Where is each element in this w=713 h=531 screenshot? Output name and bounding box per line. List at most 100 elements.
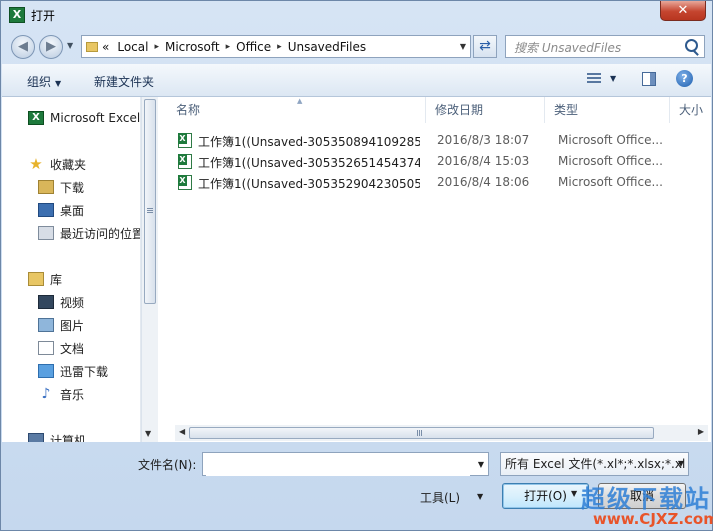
breadcrumb-local[interactable]: Local [113,40,152,54]
column-header-type[interactable]: 类型 [546,97,670,123]
sidebar-item-favorites[interactable]: ★ 收藏夹 [28,153,140,175]
sidebar-item-label: 音乐 [60,387,85,402]
change-view-icon[interactable] [587,73,601,85]
refresh-button[interactable]: ⇄ [473,35,497,58]
sidebar-item-recent-places[interactable]: 最近访问的位置 [38,222,140,244]
file-name: 工作簿1((Unsaved-305352651454374... [198,156,420,170]
library-icon [28,272,44,286]
command-bar: 组织 ▼ 新建文件夹 ▼ ? [2,64,711,97]
address-overflow[interactable]: « [98,40,113,54]
file-type: Microsoft Office... [558,175,663,189]
file-type: Microsoft Office... [558,154,663,168]
table-row[interactable]: 工作簿1((Unsaved-305352651454374... 2016/8/… [160,151,711,172]
videos-icon [38,295,54,309]
file-date: 2016/8/4 18:06 [437,175,530,189]
filename-field[interactable] [206,454,470,476]
search-input[interactable] [512,37,686,58]
open-button-label: 打开(O) [524,489,567,503]
file-list-horizontal-scrollbar[interactable]: ◀ ▶ [175,425,708,441]
desktop-icon [38,203,54,217]
file-type: Microsoft Office... [558,133,663,147]
sidebar-item-label: 计算机 [50,433,87,443]
help-icon[interactable]: ? [676,70,693,87]
window-title: 打开 [31,9,56,23]
search-icon[interactable] [685,39,698,52]
sidebar-item-music[interactable]: ♪ 音乐 [38,383,140,405]
address-dropdown-icon[interactable]: ▼ [460,42,466,51]
file-name: 工作簿1((Unsaved-305350894109285... [198,135,420,149]
file-date: 2016/8/4 15:03 [437,154,530,168]
breadcrumb-separator-icon[interactable]: ▸ [224,42,233,52]
breadcrumb-separator-icon[interactable]: ▸ [275,42,284,52]
content-area: X Microsoft Excel ★ 收藏夹 下载 桌面 最近访问的位置 库 … [2,97,711,442]
sidebar-item-thunder-downloads[interactable]: 迅雷下载 [38,360,140,382]
open-options-dropdown-icon[interactable]: ▼ [571,489,577,498]
back-button[interactable]: ◀ [11,35,35,59]
new-folder-button[interactable]: 新建文件夹 [94,73,154,90]
cancel-button[interactable]: 取消 [598,483,686,509]
table-row[interactable]: 工作簿1((Unsaved-305350894109285... 2016/8/… [160,130,711,151]
table-row[interactable]: 工作簿1((Unsaved-305352904230505... 2016/8/… [160,172,711,193]
breadcrumb-office[interactable]: Office [232,40,275,54]
address-bar[interactable]: « Local ▸ Microsoft ▸ Office ▸ UnsavedFi… [81,35,471,58]
excel-file-icon [178,175,192,190]
computer-icon [28,433,44,442]
sidebar-item-downloads[interactable]: 下载 [38,176,140,198]
recent-places-icon [38,226,54,240]
column-header-date[interactable]: 修改日期 [427,97,545,123]
grip-icon [147,208,153,213]
grip-icon [417,430,423,436]
tools-dropdown-icon[interactable]: ▼ [477,492,483,501]
chevron-down-icon: ▼ [55,79,62,88]
sidebar-item-label: 迅雷下载 [60,364,109,379]
close-button[interactable]: ✕ [660,1,706,21]
recent-locations-dropdown-icon[interactable]: ▼ [67,41,73,50]
breadcrumb-unsavedfiles[interactable]: UnsavedFiles [284,40,370,54]
title-bar[interactable]: X 打开 ✕ [1,1,712,31]
view-options-dropdown-icon[interactable]: ▼ [610,74,616,83]
scroll-down-icon[interactable]: ▼ [145,429,151,438]
excel-file-icon [178,154,192,169]
sidebar-item-pictures[interactable]: 图片 [38,314,140,336]
organize-label: 组织 [27,75,52,89]
preview-pane-icon[interactable] [642,72,656,86]
pictures-icon [38,318,54,332]
sort-ascending-icon: ▲ [297,97,303,105]
scrollbar-thumb[interactable] [189,427,654,439]
forward-button[interactable]: ▶ [39,35,63,59]
organize-button[interactable]: 组织 ▼ [27,73,61,90]
sidebar-item-microsoft-excel[interactable]: X Microsoft Excel [28,107,140,129]
folder-icon [86,41,98,52]
scroll-right-icon[interactable]: ▶ [698,427,704,436]
column-header-size[interactable]: 大小 [671,97,711,123]
chevron-down-icon: ▼ [677,459,684,468]
sidebar-item-label: 桌面 [60,203,85,218]
chevron-down-icon[interactable]: ▼ [478,460,484,469]
breadcrumb-separator-icon[interactable]: ▸ [152,42,161,52]
excel-app-icon: X [9,7,25,23]
tools-button[interactable]: 工具(L) [420,489,460,506]
scroll-left-icon[interactable]: ◀ [179,427,185,436]
filename-combobox[interactable]: ▼ [202,452,489,476]
breadcrumb-microsoft[interactable]: Microsoft [161,40,224,54]
sidebar-item-label: 库 [50,272,63,287]
documents-icon [38,341,54,355]
sidebar-item-libraries[interactable]: 库 [28,268,140,290]
watermark-url: www.CJXZ.com [593,510,713,528]
sidebar-item-label: 视频 [60,295,85,310]
file-type-filter[interactable]: 所有 Excel 文件(*.xl*;*.xlsx;*.xl ▼ [500,452,689,476]
music-icon: ♪ [41,386,51,402]
file-type-filter-label: 所有 Excel 文件(*.xl*;*.xlsx;*.xl [505,457,686,471]
sidebar-item-videos[interactable]: 视频 [38,291,140,313]
sidebar-item-computer[interactable]: 计算机 [28,429,140,443]
sidebar-item-desktop[interactable]: 桌面 [38,199,140,221]
file-date: 2016/8/3 18:07 [437,133,530,147]
navigation-scrollbar[interactable]: ▼ [141,97,158,442]
sidebar-item-label: 收藏夹 [50,157,87,172]
search-box[interactable] [505,35,705,58]
scrollbar-thumb[interactable] [144,99,156,304]
open-file-dialog: X 打开 ✕ ◀ ▶ ▼ « Local ▸ Microsoft ▸ Offic… [0,0,713,531]
excel-icon: X [28,111,44,125]
excel-file-icon [178,133,192,148]
sidebar-item-documents[interactable]: 文档 [38,337,140,359]
